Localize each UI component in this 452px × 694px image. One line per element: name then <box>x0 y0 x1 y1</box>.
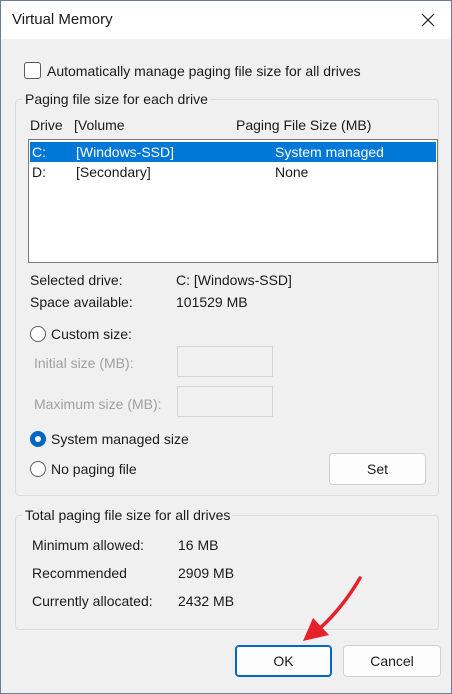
set-button[interactable]: Set <box>329 453 426 485</box>
selected-drive-value: C: [Windows-SSD] <box>176 272 292 288</box>
window-title: Virtual Memory <box>12 11 113 28</box>
drive-size: System managed <box>275 144 384 160</box>
custom-size-option[interactable]: Custom size: <box>30 326 132 342</box>
drive-row-d[interactable]: D: [Secondary] None <box>30 162 436 182</box>
close-button[interactable] <box>405 1 451 39</box>
maximum-size-label: Maximum size (MB): <box>34 396 162 412</box>
system-managed-label: System managed size <box>51 431 189 447</box>
minimum-allowed-label: Minimum allowed: <box>32 537 145 553</box>
per-drive-group-label: Paging file size for each drive <box>23 91 210 107</box>
minimum-allowed-value: 16 MB <box>178 537 219 553</box>
auto-manage-label: Automatically manage paging file size fo… <box>47 62 361 79</box>
custom-size-label: Custom size: <box>51 326 132 342</box>
initial-size-label: Initial size (MB): <box>34 355 134 371</box>
space-available-label: Space available: <box>30 294 133 310</box>
initial-size-input[interactable] <box>177 346 273 377</box>
column-header-size: Paging File Size (MB) <box>236 117 372 133</box>
selected-drive-label: Selected drive: <box>30 272 123 288</box>
no-paging-option[interactable]: No paging file <box>30 461 137 477</box>
space-available-value: 101529 MB <box>176 294 248 310</box>
drive-size: None <box>275 164 309 180</box>
title-bar: Virtual Memory <box>1 1 451 39</box>
recommended-value: 2909 MB <box>178 565 235 581</box>
auto-manage-row[interactable]: Automatically manage paging file size fo… <box>24 62 361 79</box>
column-header-volume: [Volume <box>74 117 125 133</box>
drive-row-c[interactable]: C: [Windows-SSD] System managed <box>30 142 436 162</box>
virtual-memory-dialog: Virtual Memory Automatically manage pagi… <box>0 0 452 694</box>
drive-volume: [Windows-SSD] <box>76 144 175 160</box>
drive-letter: D: <box>32 164 46 180</box>
no-paging-label: No paging file <box>51 461 137 477</box>
custom-size-radio[interactable] <box>30 326 46 342</box>
system-managed-radio[interactable] <box>30 431 46 447</box>
column-header-drive: Drive <box>30 117 63 133</box>
cancel-button[interactable]: Cancel <box>343 645 441 677</box>
currently-allocated-value: 2432 MB <box>178 593 235 609</box>
drive-list[interactable]: C: [Windows-SSD] System managed D: [Seco… <box>28 139 438 263</box>
auto-manage-checkbox[interactable] <box>24 62 41 79</box>
recommended-label: Recommended <box>32 565 127 581</box>
totals-group-label: Total paging file size for all drives <box>23 507 233 523</box>
maximum-size-input[interactable] <box>177 386 273 417</box>
currently-allocated-label: Currently allocated: <box>32 593 153 609</box>
drive-letter: C: <box>32 144 46 160</box>
drive-volume: [Secondary] <box>76 164 151 180</box>
close-icon <box>421 13 435 27</box>
no-paging-radio[interactable] <box>30 461 46 477</box>
system-managed-option[interactable]: System managed size <box>30 431 189 447</box>
ok-button[interactable]: OK <box>235 645 332 677</box>
